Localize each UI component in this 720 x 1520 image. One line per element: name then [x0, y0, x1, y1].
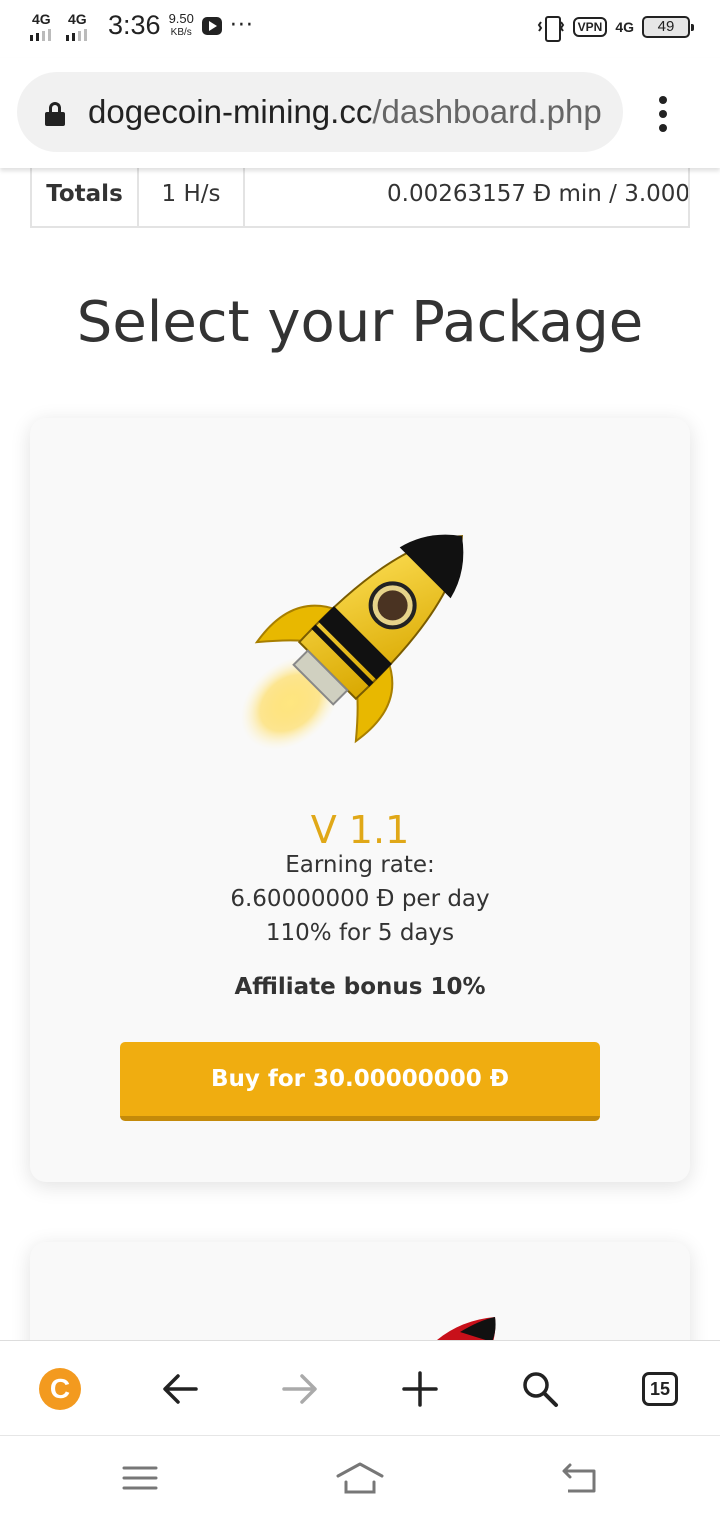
- plus-icon: [402, 1371, 438, 1407]
- arrow-left-icon: [163, 1374, 198, 1404]
- menu-icon: [122, 1466, 158, 1490]
- new-tab-button[interactable]: [390, 1361, 450, 1417]
- url-path: /dashboard.php: [372, 93, 602, 130]
- search-icon: [523, 1372, 558, 1407]
- package-name: V 1.1: [310, 808, 410, 852]
- tabs-icon: 15: [642, 1372, 678, 1406]
- browser-logo-icon: C: [39, 1368, 81, 1410]
- package-return: 110% for 5 days: [265, 920, 455, 946]
- earning-rate-value: 6.60000000 Đ per day: [230, 886, 490, 912]
- battery-icon: 49: [642, 16, 694, 38]
- tabs-button[interactable]: 15: [630, 1361, 690, 1417]
- back-button[interactable]: [150, 1361, 210, 1417]
- totals-hashrate: 1 H/s: [139, 168, 245, 226]
- totals-label: Totals: [32, 168, 139, 226]
- home-button[interactable]: [330, 1454, 390, 1502]
- totals-earnings: 0.00263157 Đ min / 3.00000000 Đ day: [387, 181, 688, 207]
- return-icon: [562, 1463, 596, 1493]
- recent-apps-button[interactable]: [110, 1454, 170, 1502]
- network-type-2: 4G: [68, 10, 87, 27]
- browser-address-bar: dogecoin-mining.cc/dashboard.php: [0, 58, 720, 168]
- forward-button[interactable]: [270, 1361, 330, 1417]
- vpn-badge: VPN: [572, 17, 608, 37]
- signal-icon-sim1: 4G: [30, 11, 58, 41]
- url-host: dogecoin-mining.cc: [88, 93, 373, 130]
- search-button[interactable]: [510, 1361, 570, 1417]
- page-content: Totals 1 H/s 0.00263157 Đ min / 3.000000…: [0, 168, 720, 1340]
- package-card-next: [30, 1242, 690, 1340]
- rocket-icon: [240, 534, 464, 750]
- speed-unit: KB/s: [170, 26, 192, 38]
- arrow-right-icon: [282, 1374, 317, 1404]
- home-icon: [336, 1462, 384, 1494]
- clock: 3:36: [108, 10, 161, 40]
- battery-level: 49: [657, 18, 675, 35]
- more-vertical-icon[interactable]: [656, 96, 670, 132]
- signal-icon-sim2: 4G: [66, 11, 94, 41]
- rocket-icon-red: [437, 1317, 496, 1340]
- browser-home-button[interactable]: C: [30, 1361, 90, 1417]
- url-text[interactable]: dogecoin-mining.cc/dashboard.php: [88, 92, 602, 132]
- totals-table-row: Totals 1 H/s 0.00263157 Đ min / 3.000000…: [30, 168, 690, 228]
- browser-toolbar: C 15: [0, 1340, 720, 1436]
- data-network-icon: 4G: [615, 19, 634, 35]
- more-notifications-icon: ···: [229, 13, 254, 38]
- affiliate-bonus: Affiliate bonus 10%: [234, 974, 486, 1000]
- vibrate-icon: [537, 14, 565, 42]
- package-card: V 1.1 Earning rate: 6.60000000 Đ per day…: [30, 418, 690, 1182]
- system-back-button[interactable]: [550, 1454, 610, 1502]
- network-speed: 9.50 KB/s: [168, 10, 194, 40]
- earning-rate-label: Earning rate:: [285, 852, 435, 878]
- system-navigation-bar: [0, 1436, 720, 1520]
- section-title: Select your Package: [76, 290, 644, 355]
- buy-package-button[interactable]: Buy for 30.00000000 Đ: [120, 1042, 600, 1121]
- network-type-1: 4G: [32, 10, 51, 27]
- status-bar: 4G 4G 3:36 9.50 KB/s ··· VPN 4G 49: [0, 0, 720, 58]
- lock-icon[interactable]: [45, 102, 65, 126]
- url-field[interactable]: dogecoin-mining.cc/dashboard.php: [17, 72, 623, 152]
- speed-value: 9.50: [168, 10, 194, 26]
- youtube-notification-icon: [201, 16, 222, 35]
